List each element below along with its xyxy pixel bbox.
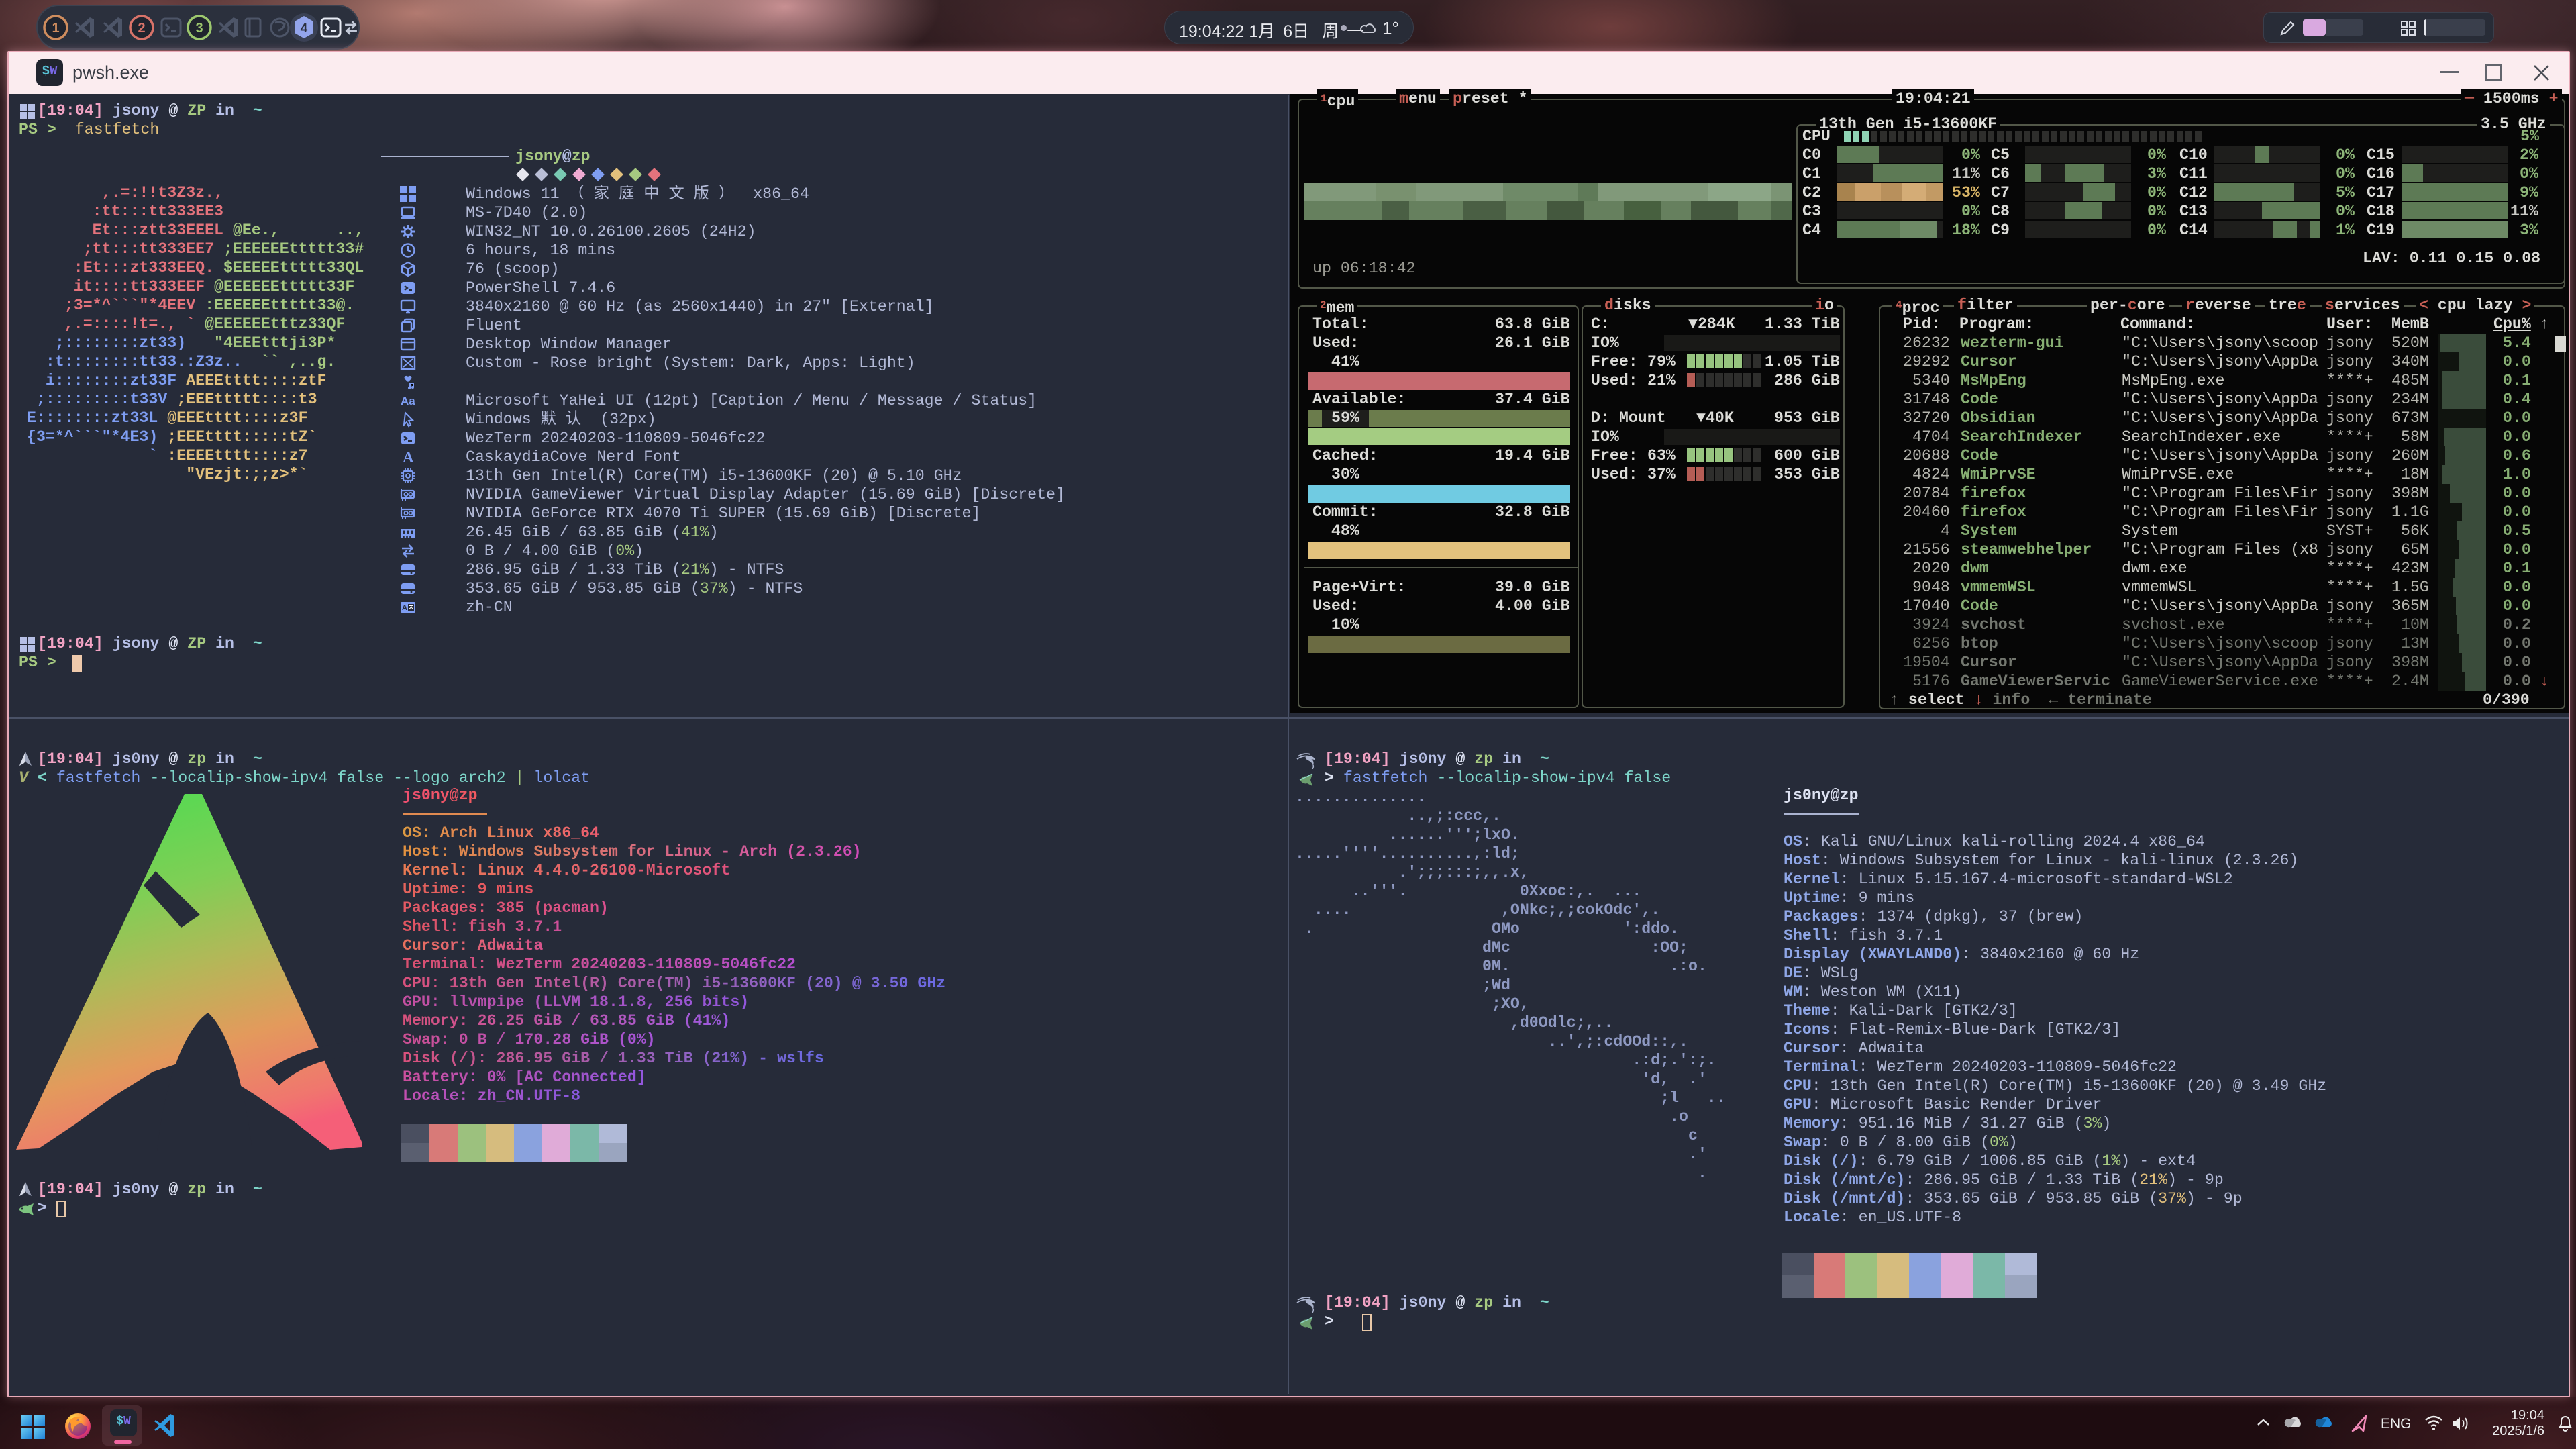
svg-text:4: 4: [300, 21, 307, 36]
svg-text:2: 2: [138, 21, 145, 36]
svg-text:A: A: [402, 604, 407, 612]
svg-text:1: 1: [52, 21, 59, 36]
svg-text:3: 3: [195, 21, 203, 36]
svg-text:Aa: Aa: [401, 395, 415, 407]
svg-text:A: A: [403, 449, 414, 465]
